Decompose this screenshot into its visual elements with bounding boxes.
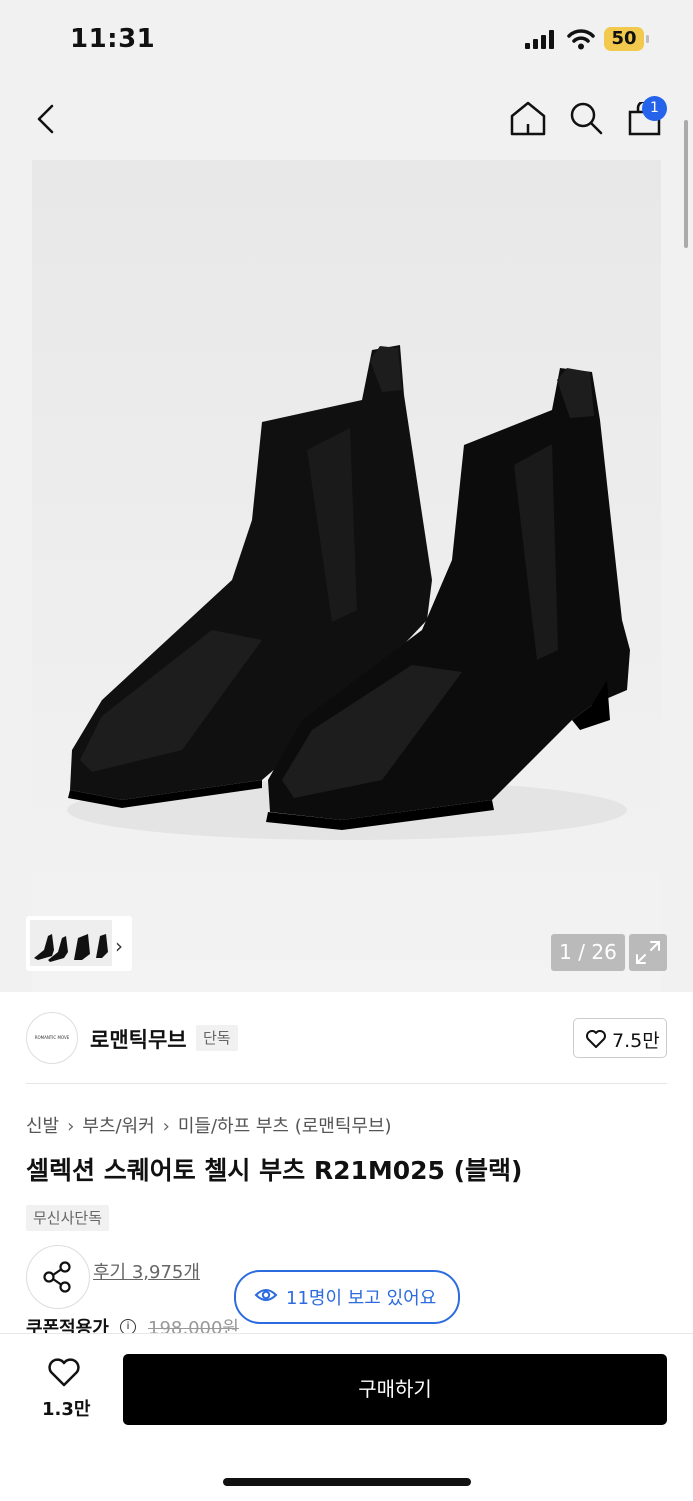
cellular-signal-icon — [525, 30, 554, 49]
breadcrumb-separator-icon: › — [67, 1116, 75, 1137]
home-indicator — [223, 1478, 471, 1486]
heart-outline-icon[interactable] — [47, 1358, 81, 1388]
breadcrumb-item[interactable]: 신발 — [26, 1116, 59, 1137]
back-icon[interactable] — [34, 104, 58, 134]
buy-button[interactable]: 구매하기 — [123, 1354, 667, 1425]
share-button[interactable] — [26, 1245, 90, 1309]
product-image[interactable] — [32, 160, 661, 992]
eye-icon — [254, 1289, 278, 1301]
cart-count-badge: 1 — [642, 96, 667, 121]
section-divider — [26, 1083, 667, 1084]
brand-like-button[interactable]: 7.5만 — [573, 1018, 667, 1058]
status-bar: 11:31 50 — [0, 0, 693, 78]
exclusive-tag: 단독 — [196, 1025, 238, 1051]
expand-icon — [636, 941, 660, 964]
top-nav — [0, 86, 693, 150]
breadcrumb-item[interactable]: 미들/하프 부츠 (로맨틱무브) — [178, 1116, 392, 1137]
viewers-text: 11명이 보고 있어요 — [286, 1288, 437, 1309]
expand-button[interactable] — [629, 934, 667, 971]
heart-outline-icon — [586, 1030, 606, 1048]
brand-like-count: 7.5만 — [612, 1030, 660, 1052]
brand-logo[interactable]: ROMANTIC MOVE — [26, 1012, 78, 1064]
home-icon[interactable] — [509, 100, 547, 136]
thumbnail-image[interactable] — [30, 920, 112, 966]
breadcrumb: 신발 › 부츠/워커 › 미들/하프 부츠 (로맨틱무브) — [26, 1112, 392, 1138]
product-title: 셀렉션 스퀘어토 첼시 부츠 R21M025 (블랙) — [26, 1156, 523, 1185]
viewers-pill[interactable]: 11명이 보고 있어요 — [234, 1270, 460, 1324]
brand-name[interactable]: 로맨틱무브 — [90, 1024, 187, 1054]
reviews-link[interactable]: 후기 3,975개 — [93, 1258, 200, 1284]
scrollbar[interactable] — [684, 120, 688, 248]
share-icon — [43, 1261, 71, 1293]
status-time: 11:31 — [70, 24, 156, 54]
thumbnail-next-icon[interactable]: › — [115, 934, 123, 958]
breadcrumb-item[interactable]: 부츠/워커 — [82, 1116, 154, 1137]
musinsa-exclusive-tag: 무신사단독 — [26, 1205, 110, 1231]
boots-illustration — [67, 345, 630, 840]
favorite-count: 1.3만 — [42, 1399, 91, 1420]
image-counter: 1 / 26 — [551, 934, 625, 971]
search-icon[interactable] — [568, 100, 604, 136]
battery-nub — [646, 35, 649, 43]
wifi-icon — [567, 29, 595, 50]
battery-indicator: 50 — [604, 27, 644, 51]
breadcrumb-separator-icon: › — [162, 1116, 170, 1137]
